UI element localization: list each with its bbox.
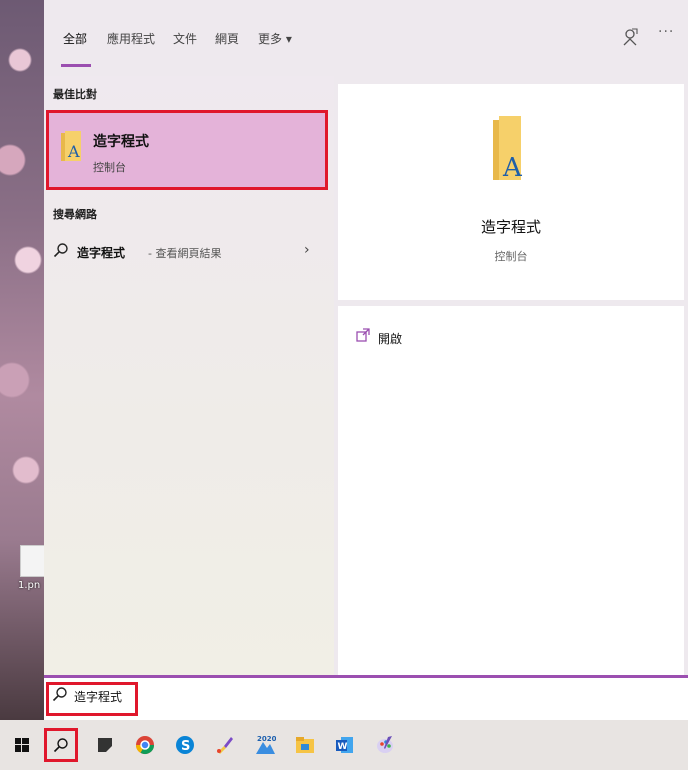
tab-apps[interactable]: 應用程式	[107, 30, 155, 47]
tab-more[interactable]: 更多 ▾	[258, 30, 292, 47]
best-match-app-name: 造字程式	[93, 134, 149, 150]
paint-3d-icon[interactable]	[371, 731, 399, 759]
tab-documents[interactable]: 文件	[173, 30, 197, 47]
private-character-editor-large-icon: A	[493, 116, 523, 183]
svg-text:A: A	[67, 142, 80, 161]
best-match-heading: 最佳比對	[53, 88, 97, 101]
photos-2020-icon[interactable]: 2020	[251, 731, 279, 759]
open-icon	[356, 328, 370, 345]
svg-text:S: S	[181, 739, 190, 754]
preview-card: A 造字程式 控制台	[338, 84, 684, 300]
taskbar: S 2020 W	[0, 720, 688, 770]
task-view-icon[interactable]	[91, 731, 119, 759]
file-explorer-icon[interactable]	[291, 731, 319, 759]
tab-web[interactable]: 網頁	[215, 30, 239, 47]
web-search-heading: 搜尋網路	[53, 208, 97, 221]
desktop-file-label: 1.pn	[18, 580, 41, 591]
open-label: 開啟	[378, 332, 403, 346]
search-panel: 全部 應用程式 文件 網頁 更多 ▾ ··· 最佳比對 A 造字程式 控制台 搜…	[44, 0, 688, 675]
svg-text:2020: 2020	[257, 735, 276, 743]
chevron-right-icon[interactable]: ›	[304, 242, 310, 258]
private-character-editor-icon: A	[61, 131, 81, 161]
desktop-wallpaper	[0, 0, 44, 720]
tab-all[interactable]: 全部	[63, 30, 87, 47]
preview-app-name: 造字程式	[480, 218, 541, 236]
search-icon	[52, 686, 68, 705]
search-box[interactable]	[44, 675, 688, 720]
feedback-icon[interactable]	[622, 28, 638, 50]
web-search-query: 造字程式	[77, 246, 126, 260]
preview-app-type: 控制台	[494, 250, 528, 263]
skype-icon[interactable]: S	[171, 731, 199, 759]
active-tab-indicator	[61, 64, 91, 67]
web-search-result[interactable]: 造字程式 - 查看網頁結果 ›	[44, 236, 334, 266]
open-action[interactable]: 開啟	[356, 328, 402, 346]
preview-actions: 開啟	[338, 306, 684, 675]
svg-text:W: W	[338, 742, 348, 752]
word-icon[interactable]: W	[331, 731, 359, 759]
taskbar-search-icon[interactable]	[44, 728, 78, 762]
more-options-icon[interactable]: ···	[658, 24, 674, 40]
paint-brush-icon[interactable]	[211, 731, 239, 759]
search-input[interactable]	[74, 689, 134, 703]
preview-pane: A 造字程式 控制台 開啟	[338, 84, 688, 675]
best-match-result[interactable]: A 造字程式 控制台	[46, 110, 328, 190]
svg-text:A: A	[502, 153, 523, 183]
search-icon	[53, 242, 69, 261]
windows-start-icon[interactable]	[8, 731, 36, 759]
search-tabs: 全部 應用程式 文件 網頁 更多 ▾ ···	[44, 0, 688, 76]
best-match-app-type: 控制台	[93, 161, 126, 174]
web-search-suffix: - 查看網頁結果	[148, 247, 222, 260]
chrome-icon[interactable]	[131, 731, 159, 759]
desktop-file-icon[interactable]	[20, 545, 46, 577]
results-list: 最佳比對 A 造字程式 控制台 搜尋網路 造字程式 - 查看網頁結果 ›	[44, 76, 334, 675]
